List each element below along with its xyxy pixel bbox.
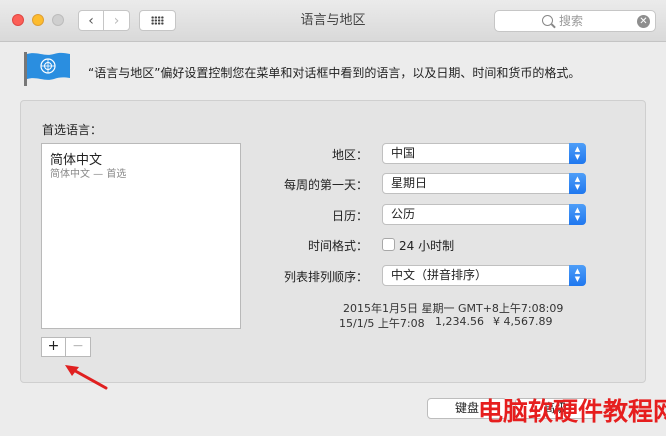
preferred-languages-label: 首选语言： [42, 123, 103, 137]
region-row: 地区： 中国 ▲ ▼ [250, 143, 590, 165]
sample-date-long: 2015年1月5日 星期一 GMT+8上午7:08:09 [343, 302, 564, 315]
calendar-label: 日历： [331, 209, 368, 223]
sort-order-label: 列表排列顺序： [283, 270, 368, 284]
chevron-updown-icon: ▲ ▼ [569, 204, 586, 225]
region-select[interactable]: 中国 ▲ ▼ [382, 143, 586, 164]
first-day-label: 每周的第一天： [283, 178, 368, 192]
red-arrow-annotation [65, 365, 108, 390]
first-day-select[interactable]: 星期日 ▲ ▼ [382, 173, 586, 194]
time-format-label: 时间格式： [307, 239, 368, 253]
chevron-updown-icon: ▲ ▼ [569, 143, 586, 164]
sort-order-row: 列表排列顺序： 中文（拼音排序） ▲ ▼ [250, 265, 590, 287]
chevron-updown-icon: ▲ ▼ [569, 173, 586, 194]
clear-search-icon[interactable]: ✕ [637, 15, 650, 28]
language-subtitle: 简体中文 — 首选 [50, 169, 127, 180]
calendar-select[interactable]: 公历 ▲ ▼ [382, 204, 586, 225]
back-button[interactable]: ‹ [78, 10, 104, 31]
chevron-updown-icon: ▲ ▼ [569, 265, 586, 286]
region-value: 中国 [391, 146, 416, 160]
remove-language-button[interactable]: − [66, 338, 90, 356]
calendar-value: 公历 [391, 207, 416, 221]
search-field[interactable]: ✕ [494, 10, 656, 32]
calendar-row: 日历： 公历 ▲ ▼ [250, 204, 590, 226]
search-icon [542, 15, 553, 26]
time-format-row: 时间格式： 24 小时制 [250, 234, 590, 256]
forward-button[interactable]: › [104, 10, 130, 31]
add-remove-control: + − [41, 337, 91, 357]
grid-icon [151, 16, 164, 25]
minimize-window-button[interactable] [32, 14, 44, 26]
sort-order-value: 中文（拼音排序） [391, 268, 488, 282]
show-all-button[interactable] [139, 10, 176, 31]
add-language-button[interactable]: + [42, 338, 66, 356]
24-hour-checkbox[interactable] [382, 238, 395, 251]
close-window-button[interactable] [12, 14, 24, 26]
region-label: 地区： [331, 148, 368, 162]
first-day-row: 每周的第一天： 星期日 ▲ ▼ [250, 173, 590, 195]
watermark-text: 电脑软硬件教程网 [478, 397, 666, 426]
sample-currency: ¥ 4,567.89 [493, 315, 553, 328]
sort-order-select[interactable]: 中文（拼音排序） ▲ ▼ [382, 265, 586, 286]
preferred-languages-list[interactable]: 简体中文 简体中文 — 首选 [41, 143, 241, 329]
search-input[interactable] [559, 13, 629, 29]
sample-date-short: 15/1/5 上午7:08 [339, 317, 425, 330]
description-text: “语言与地区”偏好设置控制您在菜单和对话框中看到的语言，以及日期、时间和货币的格… [88, 66, 581, 80]
zoom-window-button[interactable] [52, 14, 64, 26]
sample-number: 1,234.56 [435, 315, 484, 328]
title-bar: ‹ › 语言与地区 ✕ [0, 0, 666, 42]
24-hour-label[interactable]: 24 小时制 [399, 237, 454, 254]
first-day-value: 星期日 [391, 176, 428, 190]
un-flag-icon [24, 52, 70, 86]
